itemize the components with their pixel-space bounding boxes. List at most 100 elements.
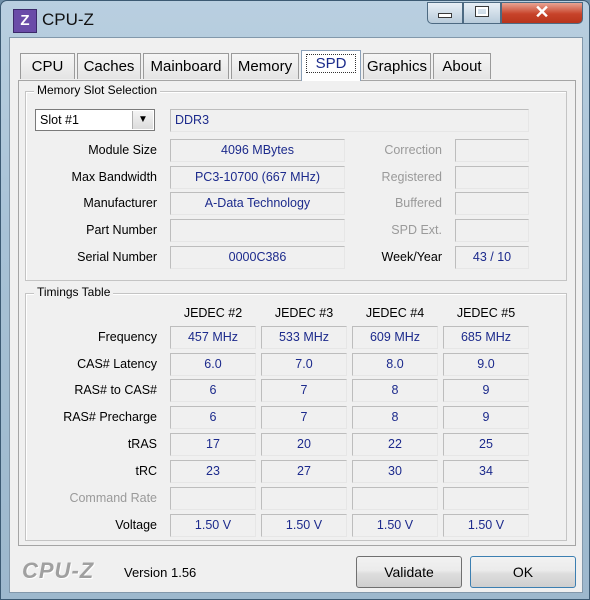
tab-spd[interactable]: SPD (301, 50, 361, 81)
command-rate-label: Command Rate (69, 491, 157, 505)
jedec-col-header: JEDEC #4 (365, 306, 425, 320)
tab-graphics[interactable]: Graphics (363, 53, 431, 79)
max-bandwidth-label: Max Bandwidth (71, 170, 157, 184)
timing-cell: 8 (352, 406, 438, 429)
window-title: CPU-Z (42, 10, 94, 29)
ras-precharge-label: RAS# Precharge (63, 410, 157, 424)
timing-cell: 27 (261, 460, 347, 483)
timing-cell: 457 MHz (170, 326, 256, 349)
buffered-label: Buffered (394, 196, 442, 210)
serial-number-label: Serial Number (77, 250, 157, 264)
tab-label: SPD (305, 54, 357, 73)
timing-cell: 9 (443, 406, 529, 429)
timing-cell: 30 (352, 460, 438, 483)
module-size-field: 4096 MBytes (170, 139, 345, 162)
cpuz-window: Z CPU-Z ✕ CPU Caches Mainboard Memory SP… (0, 0, 590, 600)
spd-panel: Memory Slot Selection Slot #1 ▼ DDR3 Mod… (18, 80, 576, 546)
tab-label: Graphics (366, 58, 428, 75)
timing-cell: 7 (261, 406, 347, 429)
timing-cell: 9 (443, 379, 529, 402)
frequency-label: Frequency (97, 330, 157, 344)
maximize-icon (475, 6, 489, 17)
cpuz-app-icon: Z (13, 9, 37, 33)
timing-cell: 609 MHz (352, 326, 438, 349)
module-size-label: Module Size (88, 143, 157, 157)
timing-cell (170, 487, 256, 510)
minimize-button[interactable] (427, 2, 463, 24)
timing-cell: 25 (443, 433, 529, 456)
tab-mainboard[interactable]: Mainboard (143, 53, 229, 79)
timing-cell (443, 487, 529, 510)
timing-cell: 533 MHz (261, 326, 347, 349)
minimize-icon (438, 13, 452, 18)
ras-to-cas-label: RAS# to CAS# (74, 383, 157, 397)
jedec-col-header: JEDEC #5 (456, 306, 516, 320)
jedec-col-header: JEDEC #2 (183, 306, 243, 320)
memory-type-field: DDR3 (170, 109, 529, 132)
maximize-button[interactable] (463, 2, 501, 24)
close-button[interactable]: ✕ (501, 2, 583, 24)
timing-cell: 685 MHz (443, 326, 529, 349)
buffered-field (455, 192, 529, 215)
manufacturer-field: A-Data Technology (170, 192, 345, 215)
tab-caches[interactable]: Caches (77, 53, 141, 79)
timings-legend: Timings Table (34, 285, 114, 299)
close-icon: ✕ (534, 2, 550, 22)
tab-memory[interactable]: Memory (231, 53, 299, 79)
timing-cell: 1.50 V (352, 514, 438, 537)
week-year-label: Week/Year (381, 250, 442, 264)
timing-cell: 34 (443, 460, 529, 483)
tab-label: Caches (83, 58, 135, 75)
client-area: CPU Caches Mainboard Memory SPD Graphics… (9, 37, 583, 593)
validate-button[interactable]: Validate (356, 556, 462, 588)
voltage-label: Voltage (115, 518, 157, 532)
serial-number-field: 0000C386 (170, 246, 345, 269)
timing-cell (352, 487, 438, 510)
part-number-field (170, 219, 345, 242)
slot-selected-value: Slot #1 (40, 113, 79, 127)
version-text: Version 1.56 (124, 565, 197, 580)
timing-cell: 17 (170, 433, 256, 456)
timing-cell: 6 (170, 379, 256, 402)
part-number-label: Part Number (86, 223, 157, 237)
timing-cell: 9.0 (443, 353, 529, 376)
tab-about[interactable]: About (433, 53, 491, 79)
registered-field (455, 166, 529, 189)
cas-latency-label: CAS# Latency (77, 357, 157, 371)
timing-cell: 8.0 (352, 353, 438, 376)
trc-label: tRC (135, 464, 157, 478)
tras-label: tRAS (127, 437, 157, 451)
tab-label: CPU (31, 58, 64, 75)
timing-cell: 1.50 V (261, 514, 347, 537)
timing-cell: 20 (261, 433, 347, 456)
week-year-field: 43 / 10 (455, 246, 529, 269)
timing-cell: 1.50 V (443, 514, 529, 537)
timing-cell: 23 (170, 460, 256, 483)
timing-cell: 6 (170, 406, 256, 429)
slot-select[interactable]: Slot #1 ▼ (35, 109, 155, 131)
spd-ext-label: SPD Ext. (391, 223, 442, 237)
registered-label: Registered (381, 170, 442, 184)
correction-label: Correction (384, 143, 442, 157)
spd-ext-field (455, 219, 529, 242)
timing-cell: 22 (352, 433, 438, 456)
ok-button[interactable]: OK (470, 556, 576, 588)
timing-cell: 8 (352, 379, 438, 402)
max-bandwidth-field: PC3-10700 (667 MHz) (170, 166, 345, 189)
correction-field (455, 139, 529, 162)
timing-cell: 7.0 (261, 353, 347, 376)
tab-cpu[interactable]: CPU (20, 53, 75, 79)
chevron-down-icon[interactable]: ▼ (132, 111, 153, 129)
tab-label: Memory (237, 58, 293, 75)
title-bar[interactable]: Z CPU-Z ✕ (1, 1, 589, 37)
manufacturer-label: Manufacturer (83, 196, 157, 210)
jedec-col-header: JEDEC #3 (274, 306, 334, 320)
timing-cell (261, 487, 347, 510)
timing-cell: 1.50 V (170, 514, 256, 537)
cpuz-logo: CPU-Z (22, 558, 95, 583)
tab-label: About (442, 58, 482, 75)
tab-label: Mainboard (150, 58, 222, 75)
timing-cell: 7 (261, 379, 347, 402)
memory-slot-legend: Memory Slot Selection (34, 83, 161, 97)
timing-cell: 6.0 (170, 353, 256, 376)
